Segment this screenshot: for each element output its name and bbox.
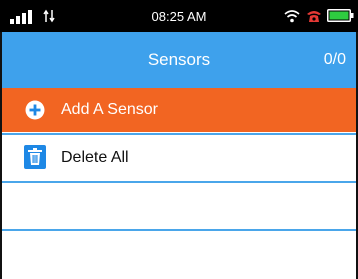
trash-icon	[24, 145, 46, 169]
list-divider	[0, 181, 358, 183]
status-time: 08:25 AM	[151, 9, 207, 24]
wifi-icon	[284, 10, 300, 23]
delete-all-button[interactable]: Delete All	[0, 136, 358, 180]
alarm-icon	[307, 11, 321, 22]
add-sensor-label: Add A Sensor	[61, 101, 158, 118]
battery-icon	[327, 9, 354, 22]
sensor-count: 0/0	[323, 51, 346, 68]
plus-circle-icon	[25, 100, 45, 120]
screen-border-left	[0, 32, 2, 279]
delete-all-label: Delete All	[61, 149, 129, 166]
app-screen: 08:25 AM Sensors 0/0 Add A Sensor Delete…	[0, 0, 358, 279]
list-divider	[0, 229, 358, 231]
add-sensor-button[interactable]: Add A Sensor	[0, 88, 358, 132]
list-divider	[0, 133, 358, 135]
status-bar: 08:25 AM	[0, 0, 358, 32]
header-bar: Sensors 0/0	[0, 32, 358, 88]
page-title: Sensors	[147, 50, 211, 69]
